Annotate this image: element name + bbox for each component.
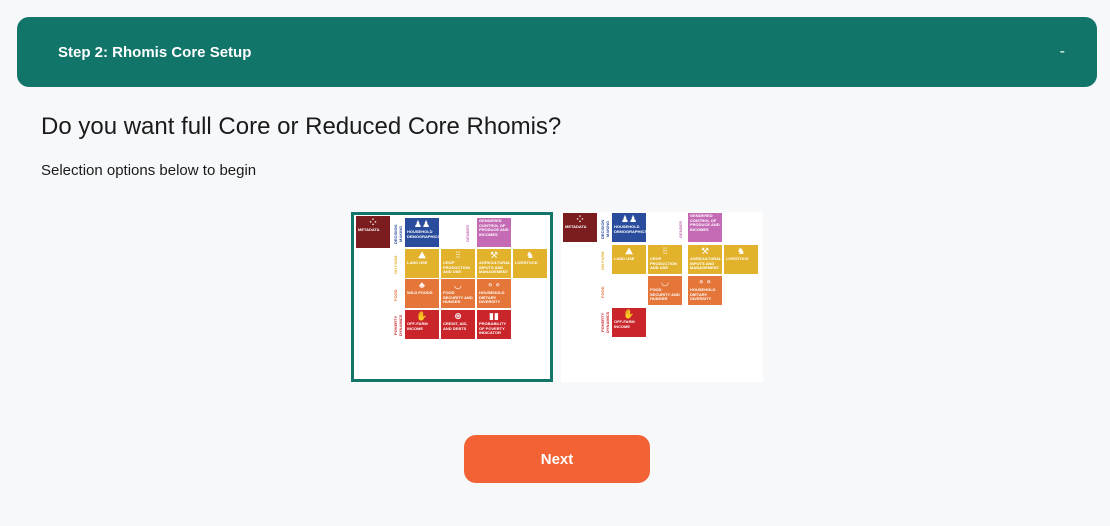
collapse-toggle[interactable]: - — [1060, 43, 1065, 61]
ag-inputs-tile: ⚒ AGRICULTURAL INPUTS AND MANAGEMENT — [477, 249, 511, 278]
land-use-tile: ⛰ LAND USE — [612, 245, 646, 274]
tile-label: METADATA — [565, 224, 587, 229]
food-security-tile: ◡ FOOD SECURITY AND HUNGER — [441, 279, 475, 308]
tile-label: CROP PRODUCTION AND USE — [443, 260, 470, 274]
tile-label: LIVESTOCK — [515, 260, 538, 265]
category-label: ON FARM — [600, 251, 605, 271]
tile-label: LIVESTOCK — [726, 256, 749, 261]
next-button[interactable]: Next — [464, 435, 650, 483]
full-core-option[interactable]: ⁘ METADATA DECISION MAKING ♟♟ HOUSEHOLD … — [351, 212, 553, 382]
category-label: GENDER — [465, 224, 470, 242]
tile-label: HOUSEHOLD DIETARY DIVERSITY — [479, 290, 505, 304]
credit-tile: ⊛ CREDIT, AID, AND DEBTS — [441, 310, 475, 339]
tile-label: OFF-FARM INCOME — [614, 319, 635, 329]
tile-label: LAND USE — [614, 256, 635, 261]
full-core-image: ⁘ METADATA DECISION MAKING ♟♟ HOUSEHOLD … — [354, 215, 550, 341]
wild-foods-tile: ♣ WILD FOODS — [405, 279, 439, 308]
livestock-tile: ♞ LIVESTOCK — [724, 245, 758, 274]
gendered-control-tile: GENDERED CONTROL OF PRODUCE AND INCOMES — [688, 213, 722, 242]
category-label: POVERTY DYNAMICS — [600, 311, 610, 333]
livestock-tile: ♞ LIVESTOCK — [513, 249, 547, 278]
step-header[interactable]: Step 2: Rhomis Core Setup - — [17, 17, 1097, 87]
category-label: DECISION MAKING — [600, 219, 610, 239]
tile-label: GENDERED CONTROL OF PRODUCE AND INCOMES — [690, 213, 720, 232]
tile-label: AGRICULTURAL INPUTS AND MANAGEMENT — [479, 260, 511, 274]
tile-label: GENDERED CONTROL OF PRODUCE AND INCOMES — [479, 218, 509, 237]
category-label: POVERTY DYNAMICS — [393, 314, 403, 336]
category-label: GENDER — [678, 220, 683, 238]
tile-label: AGRICULTURAL INPUTS AND MANAGEMENT — [690, 256, 722, 270]
ppi-tile: ▮▮ PROBABILITY OF POVERTY INDICATOR — [477, 310, 511, 339]
metadata-tile: ⁘ METADATA — [563, 213, 597, 242]
category-label: FOOD — [600, 286, 605, 298]
tile-label: HOUSEHOLD DIETARY DIVERSITY — [690, 287, 716, 301]
instruction-text: Selection options below to begin — [41, 162, 257, 179]
ag-inputs-tile: ⚒ AGRICULTURAL INPUTS AND MANAGEMENT — [688, 245, 722, 274]
tile-label: OFF-FARM INCOME — [407, 321, 428, 331]
household-tile: ♟♟ HOUSEHOLD DEMOGRAPHICS — [405, 218, 439, 247]
category-label: ON FARM — [393, 255, 398, 275]
dietary-diversity-tile: ⚬⚬ HOUSEHOLD DIETARY DIVERSITY — [477, 279, 511, 308]
food-security-tile: ◡ FOOD SECURITY AND HUNGER — [648, 276, 682, 305]
off-farm-tile: ✋ OFF-FARM INCOME — [612, 308, 646, 337]
tile-label: PROBABILITY OF POVERTY INDICATOR — [479, 321, 507, 335]
step-title: Step 2: Rhomis Core Setup — [58, 43, 252, 61]
tile-label: CREDIT, AID, AND DEBTS — [443, 321, 468, 331]
category-label: DECISION MAKING — [393, 224, 403, 244]
reduced-core-image: ⁘ METADATA DECISION MAKING ♟♟ HOUSEHOLD … — [563, 213, 760, 341]
tile-label: HOUSEHOLD DEMOGRAPHICS — [614, 224, 646, 234]
land-use-tile: ⛰ LAND USE — [405, 249, 439, 278]
dietary-diversity-tile: ⚬⚬ HOUSEHOLD DIETARY DIVERSITY — [688, 276, 722, 305]
tile-label: WILD FOODS — [407, 290, 433, 295]
page-question: Do you want full Core or Reduced Core Rh… — [41, 113, 562, 140]
crop-production-tile: ⫶⫶ CROP PRODUCTION AND USE — [441, 249, 475, 278]
metadata-tile: ⁘ METADATA — [356, 216, 390, 248]
gendered-control-tile: GENDERED CONTROL OF PRODUCE AND INCOMES — [477, 218, 511, 247]
tile-label: FOOD SECURITY AND HUNGER — [443, 290, 473, 304]
tile-label: FOOD SECURITY AND HUNGER — [650, 287, 680, 301]
household-tile: ♟♟ HOUSEHOLD DEMOGRAPHICS — [612, 213, 646, 242]
tile-label: LAND USE — [407, 260, 428, 265]
tile-label: CROP PRODUCTION AND USE — [650, 256, 677, 270]
reduced-core-option[interactable]: ⁘ METADATA DECISION MAKING ♟♟ HOUSEHOLD … — [561, 212, 763, 382]
category-label: FOOD — [393, 289, 398, 301]
off-farm-tile: ✋ OFF-FARM INCOME — [405, 310, 439, 339]
tile-label: HOUSEHOLD DEMOGRAPHICS — [407, 229, 439, 239]
tile-label: METADATA — [358, 227, 380, 232]
crop-production-tile: ⫶⫶ CROP PRODUCTION AND USE — [648, 245, 682, 274]
